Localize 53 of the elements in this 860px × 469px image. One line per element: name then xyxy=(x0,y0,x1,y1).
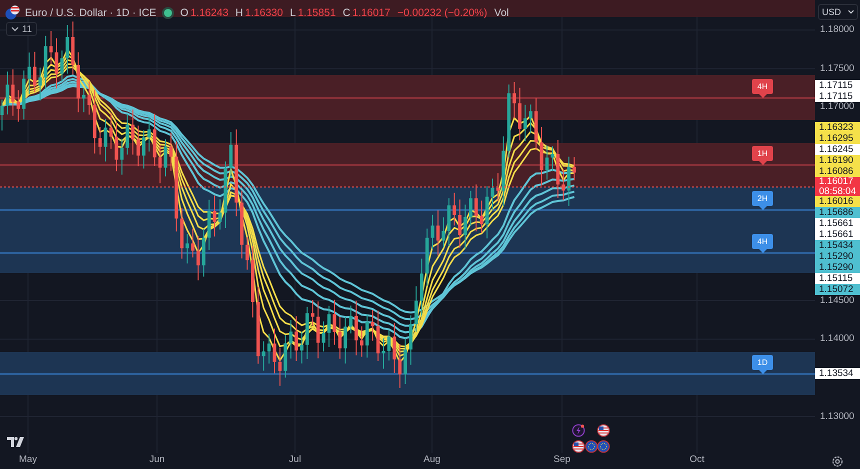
price-label: 1.15661 xyxy=(815,218,860,229)
price-label: 1.15686 xyxy=(815,207,860,218)
price-label: 1.15290 xyxy=(815,251,860,262)
price-label: 1.16245 xyxy=(815,144,860,155)
ohlc-value: 1.16243 xyxy=(190,6,228,18)
ohlc-value: 1.15851 xyxy=(298,6,336,18)
price-label: 1.17115 xyxy=(815,91,860,102)
month-label: Jul xyxy=(288,454,302,465)
price-label: 1.15661 xyxy=(815,229,860,240)
currency-pair-icon xyxy=(5,5,20,20)
price-tick: 1.13000 xyxy=(820,410,854,422)
lightning-icon[interactable] xyxy=(572,424,585,437)
ohlc-value: 1.16017 xyxy=(352,6,390,18)
ohlc-label: L xyxy=(290,6,296,18)
price-label: 1.16016 xyxy=(815,196,860,207)
ohlc-label: C xyxy=(342,6,350,18)
price-change: −0.00232 (−0.20%) xyxy=(397,6,488,18)
currency-selector[interactable]: USD xyxy=(818,4,858,20)
price-label: 1.16295 xyxy=(815,133,860,144)
month-label: May xyxy=(19,454,37,465)
month-label: Sep xyxy=(554,454,570,465)
price-label: 1.17115 xyxy=(815,80,860,91)
month-label: Aug xyxy=(424,454,440,465)
price-tick: 1.17000 xyxy=(820,101,854,112)
chevron-icon xyxy=(11,26,19,32)
ohlc-value: 1.16330 xyxy=(245,6,283,18)
price-label: 1.15290 xyxy=(815,262,860,273)
current-price-label: 1.16017 08:58:04 xyxy=(815,177,860,196)
chevron-icon xyxy=(848,10,854,14)
ohlc-label: H xyxy=(235,6,244,18)
price-label: 1.16086 xyxy=(815,166,860,177)
flag-icon[interactable] xyxy=(597,440,610,453)
ohlc-label: O xyxy=(180,6,188,18)
month-label: Oct xyxy=(690,454,704,465)
volume-label: Vol xyxy=(494,6,509,18)
price-label: 1.15072 xyxy=(815,284,860,295)
price-label: 1.15434 xyxy=(815,240,860,251)
price-label: 1.16190 xyxy=(815,155,860,166)
flag-icon[interactable] xyxy=(572,440,585,453)
price-label: 1.15115 xyxy=(815,273,860,284)
flag-icon[interactable] xyxy=(597,424,610,437)
price-tick: 1.18000 xyxy=(820,24,854,35)
price-tick: 1.14500 xyxy=(820,294,854,306)
price-label: 1.13534 xyxy=(815,368,860,379)
flag-icon[interactable] xyxy=(585,440,598,453)
symbol-title: Euro / U.S. Dollar · 1D · ICE xyxy=(25,6,156,18)
price-tick: 1.17500 xyxy=(820,62,854,74)
logo-icon xyxy=(7,437,24,447)
price-label: 1.16323 xyxy=(815,122,860,133)
month-label: Jun xyxy=(149,454,165,465)
settings-icon[interactable] xyxy=(832,456,843,466)
price-tick: 1.14000 xyxy=(820,333,854,344)
indicators-toggle[interactable]: 11 xyxy=(6,22,37,36)
